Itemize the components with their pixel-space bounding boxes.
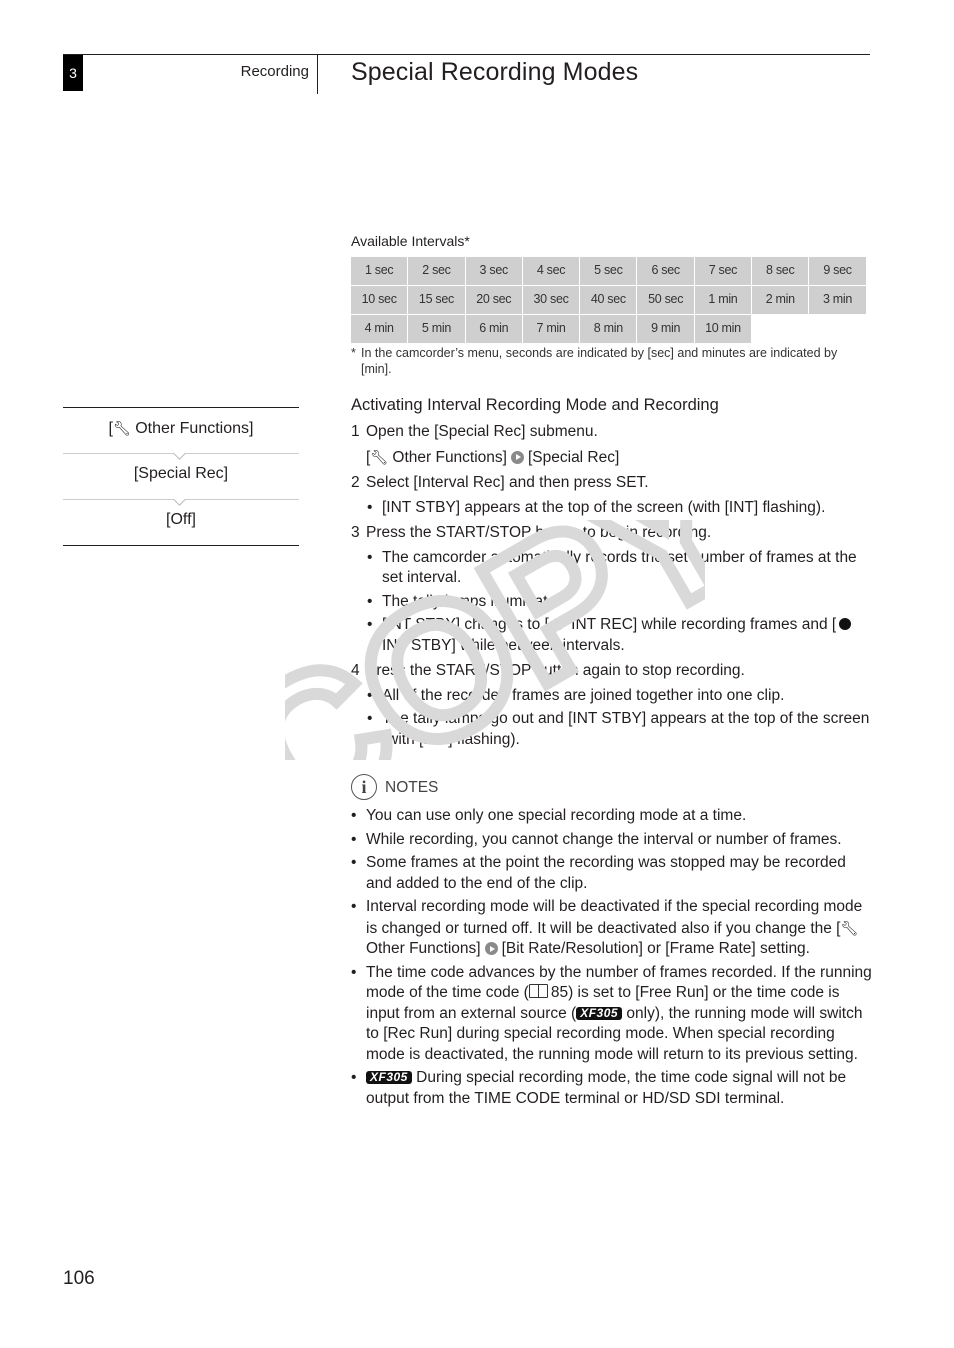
menu-path-item-special-rec: [Special Rec]	[133, 465, 229, 482]
record-dot-icon	[551, 618, 564, 630]
interval-cell: 1 min	[694, 286, 753, 314]
step-2: 2 Select [Interval Rec] and then press S…	[351, 474, 649, 491]
notes-header: i NOTES	[351, 774, 873, 802]
wrench-icon: 🔧︎	[112, 420, 131, 436]
interval-cell-empty	[752, 315, 810, 343]
interval-cell: 7 min	[522, 315, 581, 343]
step-3: 3 Press the START/STOP button to begin r…	[351, 524, 712, 541]
note-item: • Some frames at the point the recording …	[351, 854, 846, 892]
chapter-number-tab: 3	[63, 55, 83, 91]
footnote-text: In the camcorder’s menu, seconds are ind…	[361, 346, 838, 376]
book-icon	[528, 984, 548, 998]
interval-cell: 9 min	[637, 315, 695, 343]
interval-cell: 5 sec	[580, 257, 638, 285]
interval-cell: 10 sec	[351, 286, 409, 314]
note-item: • XF305 During special recording mode, th…	[351, 1069, 847, 1107]
step-4-bullet: • All of the recorded frames are joined t…	[367, 686, 785, 704]
interval-cell: 15 sec	[408, 286, 466, 314]
menu-path: [🔧︎ Other Functions] [Special Rec] [Off]	[63, 407, 299, 546]
interval-cell: 6 min	[465, 315, 523, 343]
interval-cell: 2 sec	[408, 257, 466, 285]
header-rule	[63, 54, 870, 55]
interval-cell: 1 sec	[351, 257, 409, 285]
section-heading: Activating Interval Recording Mode and R…	[351, 396, 719, 414]
page-number: 106	[63, 1268, 95, 1289]
step-1: 1 Open the [Special Rec] submenu.	[351, 423, 598, 440]
interval-cell: 40 sec	[580, 286, 638, 314]
step-1-menu-path: [🔧︎ Other Functions] [Special Rec]	[366, 448, 620, 466]
arrow-right-circle-icon	[510, 450, 524, 464]
interval-cell: 8 min	[580, 315, 638, 343]
model-badge-xf305: XF305	[576, 1006, 623, 1020]
interval-cell: 20 sec	[465, 286, 523, 314]
intervals-footnote: * In the camcorder’s menu, seconds are i…	[351, 345, 871, 377]
interval-cell: 4 sec	[522, 257, 581, 285]
note-item: • Interval recording mode will be deactiv…	[351, 898, 863, 957]
interval-cell: 8 sec	[752, 257, 810, 285]
interval-cell: 3 min	[809, 286, 867, 314]
intervals-table: 1 sec 2 sec 3 sec 4 sec 5 sec 6 sec 7 sec 8 sec…	[351, 257, 867, 343]
notes-label: NOTES	[385, 779, 439, 796]
menu-path-item-other-functions: [🔧︎ Other Functions]	[108, 420, 254, 437]
interval-cell: 4 min	[351, 315, 409, 343]
interval-cell: 3 sec	[465, 257, 523, 285]
arrow-right-circle-icon	[484, 942, 498, 955]
page-title: Special Recording Modes	[351, 58, 639, 86]
model-badge-xf305: XF305	[366, 1071, 412, 1084]
note-item: • You can use only one special recording …	[351, 807, 747, 824]
interval-cell: 7 sec	[694, 257, 753, 285]
interval-cell: 10 min	[694, 315, 753, 343]
info-icon: i	[351, 774, 377, 800]
step-4: 4 Press the START/STOP button again to s…	[351, 662, 745, 679]
interval-cell: 2 min	[752, 286, 810, 314]
header-divider	[317, 55, 318, 94]
available-intervals-label: Available Intervals*	[351, 233, 470, 249]
menu-path-bottom-rule	[63, 545, 299, 546]
record-dot-icon	[839, 618, 852, 630]
wrench-icon: 🔧︎	[370, 448, 389, 465]
footnote-marker: *	[351, 346, 356, 360]
instructions: 1 Open the [Special Rec] submenu. [🔧︎ Ot…	[351, 422, 873, 1112]
step-3-bullet: • The tally lamps illuminate.	[367, 592, 561, 610]
step-3-bullet: • The camcorder automatically records the…	[367, 548, 857, 587]
page-reference[interactable]: 85	[551, 984, 568, 1001]
interval-cell-empty	[809, 315, 867, 343]
menu-path-item-off: [Off]	[166, 511, 196, 528]
note-item: • While recording, you cannot change the …	[351, 830, 842, 848]
chapter-name: Recording	[240, 63, 309, 80]
interval-cell: 9 sec	[809, 257, 867, 285]
interval-cell: 50 sec	[637, 286, 695, 314]
step-2-bullet: • [INT STBY] appears at the top of the sc…	[367, 498, 826, 516]
step-3-bullet: • [INT STBY] changes to [ INT REC] while …	[351, 615, 873, 656]
wrench-icon: 🔧︎	[840, 919, 859, 936]
interval-cell: 5 min	[408, 315, 466, 343]
note-item: • The time code advances by the number of…	[351, 963, 872, 1063]
interval-cell: 6 sec	[637, 257, 695, 285]
step-4-bullet: • The tally lamps go out and [INT STBY] a…	[367, 710, 870, 748]
interval-cell: 30 sec	[522, 286, 581, 314]
